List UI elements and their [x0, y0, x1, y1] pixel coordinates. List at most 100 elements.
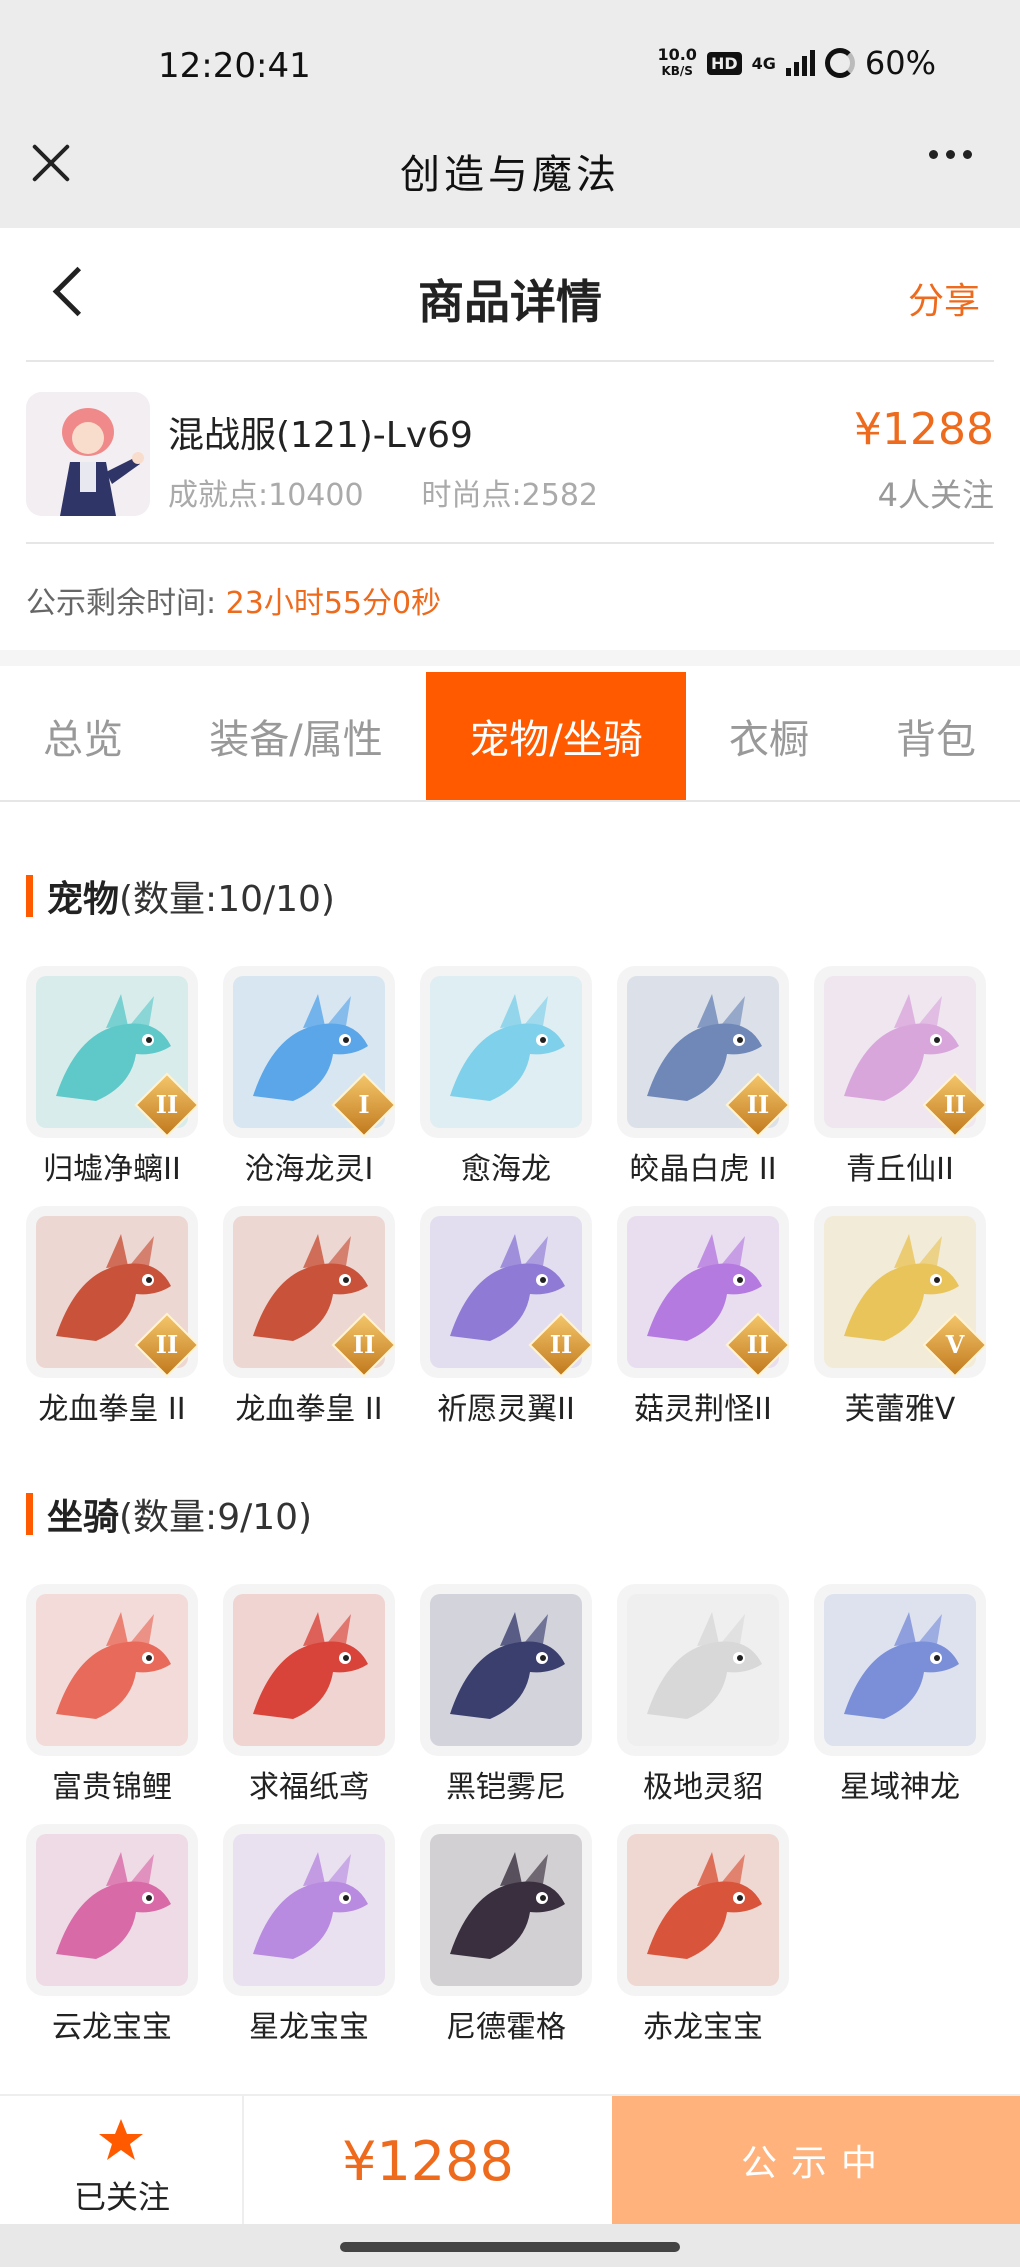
mount-image — [26, 1584, 198, 1756]
app-title: 创造与魔法 — [400, 152, 620, 198]
battery-percent: 60% — [864, 44, 936, 82]
mount-image — [26, 1824, 198, 1996]
pet-item[interactable]: V 芙蕾雅V — [814, 1206, 986, 1428]
pet-name: 龙血拳皇 II — [38, 1392, 186, 1427]
mount-name: 尼德霍格 — [446, 2010, 566, 2045]
divider — [26, 542, 994, 544]
pet-item[interactable]: II 归墟净螭II — [26, 966, 198, 1188]
mounts-section-title: 坐骑 (数量:9/10) — [26, 1488, 312, 1540]
pet-item[interactable]: II 龙血拳皇 II — [223, 1206, 395, 1428]
mount-item[interactable]: 求福纸鸢 — [223, 1584, 395, 1806]
pet-item[interactable]: II 菇灵荆怪II — [617, 1206, 789, 1428]
system-nav-bar — [0, 2224, 1020, 2267]
status-icons: 10.0 KB/S HD 4G 60% — [657, 44, 936, 82]
countdown-label: 公示剩余时间: — [26, 586, 217, 621]
countdown-value: 23小时55分0秒 — [225, 586, 442, 621]
mount-image — [223, 1584, 395, 1756]
mount-image — [420, 1584, 592, 1756]
public-notice-button[interactable]: 公示中 — [612, 2096, 1020, 2224]
product-name: 混战服(121)-Lv69 — [168, 415, 473, 456]
mount-image — [617, 1584, 789, 1756]
pet-item[interactable]: II 青丘仙II — [814, 966, 986, 1188]
tab-overview[interactable]: 总览 — [0, 672, 166, 800]
mount-item[interactable]: 黑铠雾尼 — [420, 1584, 592, 1806]
pet-item[interactable]: II 龙血拳皇 II — [26, 1206, 198, 1428]
mount-name: 赤龙宝宝 — [643, 2010, 763, 2045]
achievement-points: 成就点:10400 — [168, 478, 364, 513]
creature-art — [430, 1834, 582, 1986]
mount-image — [420, 1824, 592, 1996]
product-summary: 混战服(121)-Lv69 成就点:10400 时尚点:2582 ¥1288 4… — [26, 386, 994, 516]
mount-item[interactable]: 赤龙宝宝 — [617, 1824, 789, 2046]
pet-image: II — [26, 1206, 198, 1378]
pet-name: 祈愿灵翼II — [437, 1392, 575, 1427]
pets-section-title: 宠物 (数量:10/10) — [26, 870, 335, 922]
tab-pets-mounts[interactable]: 宠物/坐骑 — [426, 672, 686, 800]
detail-tabs: 总览 装备/属性 宠物/坐骑 衣橱 背包 — [0, 672, 1020, 802]
mount-item[interactable]: 尼德霍格 — [420, 1824, 592, 2046]
mount-name: 星域神龙 — [840, 1770, 960, 1805]
pet-image: II — [26, 966, 198, 1138]
pet-name: 菇灵荆怪II — [634, 1392, 772, 1427]
more-icon[interactable] — [929, 150, 972, 159]
divider — [26, 360, 994, 362]
mount-item[interactable]: 富贵锦鲤 — [26, 1584, 198, 1806]
mount-name: 求福纸鸢 — [249, 1770, 369, 1805]
pet-item[interactable]: I 沧海龙灵I — [223, 966, 395, 1188]
pet-item[interactable]: II 祈愿灵翼II — [420, 1206, 592, 1428]
pet-item[interactable]: II 皎晶白虎 II — [617, 966, 789, 1188]
mount-item[interactable]: 星龙宝宝 — [223, 1824, 395, 2046]
page-title: 商品详情 — [418, 275, 602, 329]
bottom-action-bar: 已关注 ¥1288 公示中 — [0, 2094, 1020, 2224]
pet-name: 芙蕾雅V — [844, 1392, 956, 1427]
pet-name: 青丘仙II — [846, 1152, 954, 1187]
mount-image — [814, 1584, 986, 1756]
creature-art — [233, 1594, 385, 1746]
section-gap — [0, 650, 1020, 666]
mount-image — [223, 1824, 395, 1996]
follow-button[interactable]: 已关注 — [0, 2096, 244, 2224]
share-button[interactable]: 分享 — [908, 272, 980, 324]
star-icon — [99, 2119, 143, 2160]
creature-art — [627, 1594, 779, 1746]
creature-art — [36, 1834, 188, 1986]
hd-icon: HD — [706, 51, 742, 75]
mount-name: 黑铠雾尼 — [446, 1770, 566, 1805]
pet-image: II — [420, 1206, 592, 1378]
home-indicator[interactable] — [340, 2242, 680, 2252]
mount-item[interactable]: 星域神龙 — [814, 1584, 986, 1806]
character-avatar — [26, 392, 150, 516]
pet-name: 沧海龙灵I — [244, 1152, 374, 1187]
pet-image: II — [617, 1206, 789, 1378]
mount-name: 极地灵貂 — [643, 1770, 763, 1805]
product-stats: 成就点:10400 时尚点:2582 — [168, 470, 598, 514]
pet-item[interactable]: 愈海龙 — [420, 966, 592, 1188]
network-speed: 10.0 KB/S — [657, 45, 697, 79]
pet-name: 皎晶白虎 II — [629, 1152, 777, 1187]
page-header: 商品详情 分享 — [0, 228, 1020, 360]
mount-item[interactable]: 极地灵貂 — [617, 1584, 789, 1806]
pet-image: II — [617, 966, 789, 1138]
product-price: ¥1288 — [854, 404, 994, 455]
pet-name: 归墟净螭II — [43, 1152, 181, 1187]
app-bar: 创造与魔法 — [0, 100, 1020, 228]
creature-art — [824, 1594, 976, 1746]
tab-backpack[interactable]: 背包 — [852, 672, 1020, 800]
tab-wardrobe[interactable]: 衣橱 — [686, 672, 852, 800]
pet-name: 龙血拳皇 II — [235, 1392, 383, 1427]
follow-label: 已关注 — [73, 2178, 170, 2216]
creature-art — [430, 1594, 582, 1746]
creature-art — [627, 1834, 779, 1986]
pet-image: II — [223, 1206, 395, 1378]
pet-name: 愈海龙 — [461, 1152, 551, 1187]
mount-name: 云龙宝宝 — [52, 2010, 172, 2045]
pet-image: I — [223, 966, 395, 1138]
mount-item[interactable]: 云龙宝宝 — [26, 1824, 198, 2046]
pet-image: II — [814, 966, 986, 1138]
bottom-price: ¥1288 — [342, 2130, 514, 2193]
mount-name: 星龙宝宝 — [249, 2010, 369, 2045]
watcher-count: 4人关注 — [877, 476, 994, 514]
creature-art — [430, 976, 582, 1128]
mount-name: 富贵锦鲤 — [52, 1770, 172, 1805]
tab-equipment[interactable]: 装备/属性 — [166, 672, 426, 800]
